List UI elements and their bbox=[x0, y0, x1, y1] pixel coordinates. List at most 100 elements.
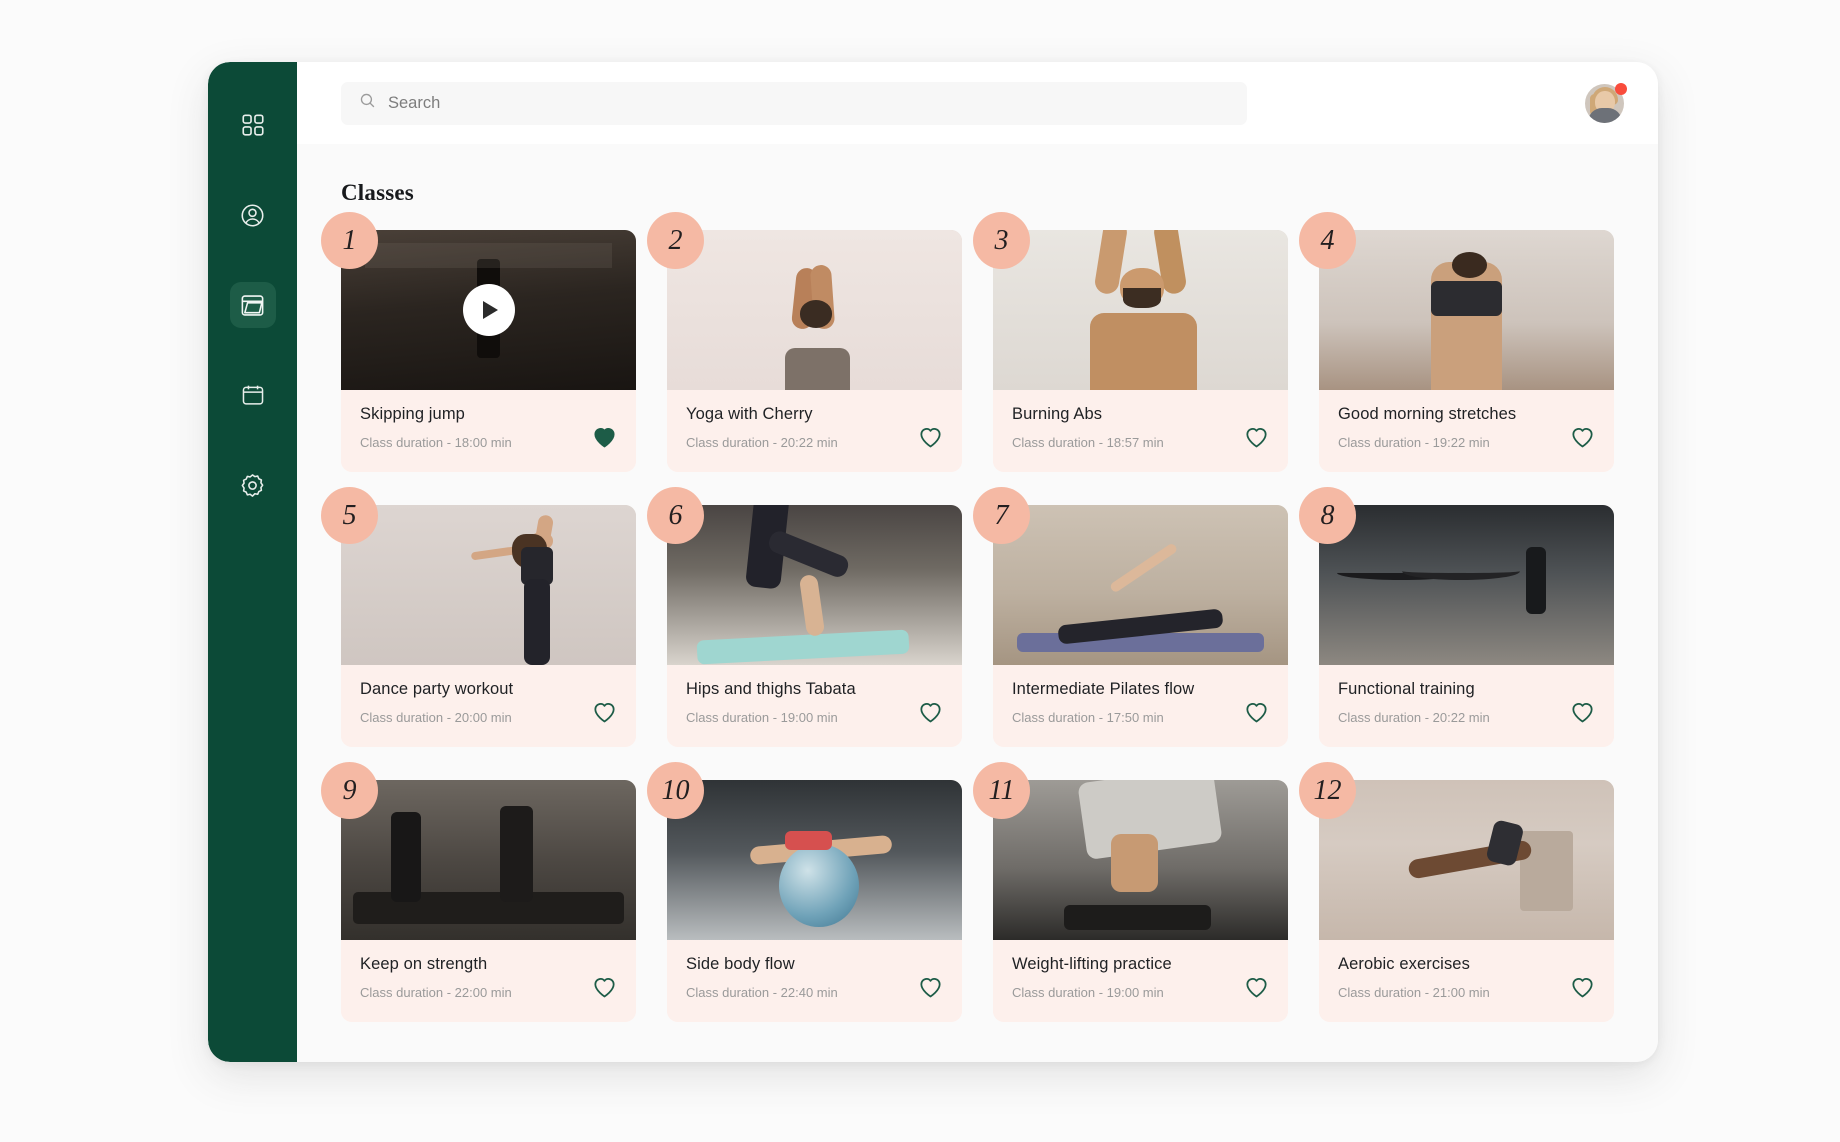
cards-icon bbox=[239, 292, 266, 319]
favorite-heart-icon[interactable] bbox=[1570, 425, 1595, 455]
card-number-badge[interactable]: 4 bbox=[1299, 212, 1356, 269]
card-duration: Class duration - 19:22 min bbox=[1338, 435, 1595, 450]
thumbnail-art-layer bbox=[785, 348, 850, 390]
class-card[interactable]: 12Aerobic exercisesClass duration - 21:0… bbox=[1319, 780, 1614, 1022]
class-card[interactable]: 7Intermediate Pilates flowClass duration… bbox=[993, 505, 1288, 747]
sidebar-item-calendar[interactable] bbox=[230, 372, 276, 418]
sidebar-item-classes[interactable] bbox=[230, 282, 276, 328]
favorite-heart-icon[interactable] bbox=[592, 975, 617, 1005]
card-thumbnail[interactable] bbox=[667, 780, 962, 940]
thumbnail-art-layer bbox=[391, 812, 421, 902]
card-info: Side body flowClass duration - 22:40 min bbox=[667, 940, 962, 1022]
card-number-badge[interactable]: 3 bbox=[973, 212, 1030, 269]
class-card[interactable]: 1Skipping jumpClass duration - 18:00 min bbox=[341, 230, 636, 472]
favorite-heart-icon[interactable] bbox=[1570, 975, 1595, 1005]
class-card-grid: 1Skipping jumpClass duration - 18:00 min… bbox=[341, 230, 1614, 1022]
class-card[interactable]: 3Burning AbsClass duration - 18:57 min bbox=[993, 230, 1288, 472]
card-thumbnail[interactable] bbox=[667, 230, 962, 390]
card-number-badge[interactable]: 7 bbox=[973, 487, 1030, 544]
sidebar-item-profile[interactable] bbox=[230, 192, 276, 238]
topbar bbox=[297, 62, 1658, 144]
sidebar-item-dashboard[interactable] bbox=[230, 102, 276, 148]
card-info: Keep on strengthClass duration - 22:00 m… bbox=[341, 940, 636, 1022]
thumbnail-art-layer bbox=[1452, 252, 1487, 278]
card-number-badge[interactable]: 10 bbox=[647, 762, 704, 819]
gear-icon bbox=[239, 472, 266, 499]
thumbnail-art-layer bbox=[696, 629, 909, 664]
class-card[interactable]: 11Weight-lifting practiceClass duration … bbox=[993, 780, 1288, 1022]
card-duration: Class duration - 22:00 min bbox=[360, 985, 617, 1000]
class-card[interactable]: 6Hips and thighs TabataClass duration - … bbox=[667, 505, 962, 747]
grid-icon bbox=[240, 112, 266, 138]
card-duration: Class duration - 20:00 min bbox=[360, 710, 617, 725]
class-card[interactable]: 5Dance party workoutClass duration - 20:… bbox=[341, 505, 636, 747]
search-input[interactable] bbox=[388, 94, 1229, 113]
card-thumbnail[interactable] bbox=[993, 230, 1288, 390]
favorite-heart-icon[interactable] bbox=[592, 425, 617, 455]
card-title: Aerobic exercises bbox=[1338, 955, 1595, 974]
favorite-heart-icon[interactable] bbox=[1244, 425, 1269, 455]
card-number-badge[interactable]: 12 bbox=[1299, 762, 1356, 819]
card-thumbnail[interactable] bbox=[667, 505, 962, 665]
thumbnail-art-layer bbox=[1111, 834, 1158, 892]
thumbnail-art-layer bbox=[1123, 288, 1161, 309]
app-window: Classes 1Skipping jumpClass duration - 1… bbox=[208, 62, 1658, 1062]
card-number-badge[interactable]: 6 bbox=[647, 487, 704, 544]
card-title: Functional training bbox=[1338, 680, 1595, 699]
card-thumbnail[interactable] bbox=[1319, 780, 1614, 940]
thumbnail-image bbox=[1319, 505, 1614, 665]
thumbnail-art-layer bbox=[1526, 547, 1547, 614]
notification-badge bbox=[1615, 83, 1627, 95]
card-title: Weight-lifting practice bbox=[1012, 955, 1269, 974]
card-info: Aerobic exercises Class duration - 21:00 … bbox=[1319, 940, 1614, 1022]
card-info: Burning AbsClass duration - 18:57 min bbox=[993, 390, 1288, 472]
card-duration: Class duration - 20:22 min bbox=[686, 435, 943, 450]
favorite-heart-icon[interactable] bbox=[918, 700, 943, 730]
card-info: Intermediate Pilates flowClass duration … bbox=[993, 665, 1288, 747]
card-number-badge[interactable]: 1 bbox=[321, 212, 378, 269]
card-thumbnail[interactable] bbox=[993, 780, 1288, 940]
favorite-heart-icon[interactable] bbox=[592, 700, 617, 730]
card-number-badge[interactable]: 9 bbox=[321, 762, 378, 819]
card-info: Hips and thighs TabataClass duration - 1… bbox=[667, 665, 962, 747]
class-card[interactable]: 9Keep on strengthClass duration - 22:00 … bbox=[341, 780, 636, 1022]
class-card[interactable]: 10Side body flowClass duration - 22:40 m… bbox=[667, 780, 962, 1022]
card-title: Side body flow bbox=[686, 955, 943, 974]
user-icon bbox=[239, 202, 266, 229]
sidebar-item-settings[interactable] bbox=[230, 462, 276, 508]
card-duration: Class duration - 21:00 min bbox=[1338, 985, 1595, 1000]
thumbnail-image bbox=[341, 505, 636, 665]
favorite-heart-icon[interactable] bbox=[1244, 700, 1269, 730]
card-thumbnail[interactable] bbox=[341, 230, 636, 390]
card-title: Yoga with Cherry bbox=[686, 405, 943, 424]
thumbnail-art-layer bbox=[524, 579, 551, 665]
page-title: Classes bbox=[341, 180, 1614, 206]
favorite-heart-icon[interactable] bbox=[918, 975, 943, 1005]
favorite-heart-icon[interactable] bbox=[918, 425, 943, 455]
card-thumbnail[interactable] bbox=[1319, 505, 1614, 665]
card-duration: Class duration - 20:22 min bbox=[1338, 710, 1595, 725]
card-thumbnail[interactable] bbox=[341, 505, 636, 665]
class-card[interactable]: 4Good morning stretchesClass duration - … bbox=[1319, 230, 1614, 472]
thumbnail-image bbox=[993, 780, 1288, 940]
card-thumbnail[interactable] bbox=[1319, 230, 1614, 390]
play-button[interactable] bbox=[463, 284, 515, 336]
card-number-badge[interactable]: 2 bbox=[647, 212, 704, 269]
card-number-badge[interactable]: 8 bbox=[1299, 487, 1356, 544]
card-info: Functional training Class duration - 20:2… bbox=[1319, 665, 1614, 747]
thumbnail-art-layer bbox=[1431, 281, 1502, 316]
thumbnail-image bbox=[667, 780, 962, 940]
calendar-icon bbox=[240, 382, 266, 408]
favorite-heart-icon[interactable] bbox=[1244, 975, 1269, 1005]
play-icon bbox=[483, 301, 498, 319]
search-bar[interactable] bbox=[341, 82, 1247, 125]
avatar[interactable] bbox=[1585, 84, 1624, 123]
card-thumbnail[interactable] bbox=[341, 780, 636, 940]
card-number-badge[interactable]: 11 bbox=[973, 762, 1030, 819]
card-number-badge[interactable]: 5 bbox=[321, 487, 378, 544]
class-card[interactable]: 2Yoga with CherryClass duration - 20:22 … bbox=[667, 230, 962, 472]
card-thumbnail[interactable] bbox=[993, 505, 1288, 665]
card-title: Good morning stretches bbox=[1338, 405, 1595, 424]
class-card[interactable]: 8Functional trainingClass duration - 20:… bbox=[1319, 505, 1614, 747]
favorite-heart-icon[interactable] bbox=[1570, 700, 1595, 730]
